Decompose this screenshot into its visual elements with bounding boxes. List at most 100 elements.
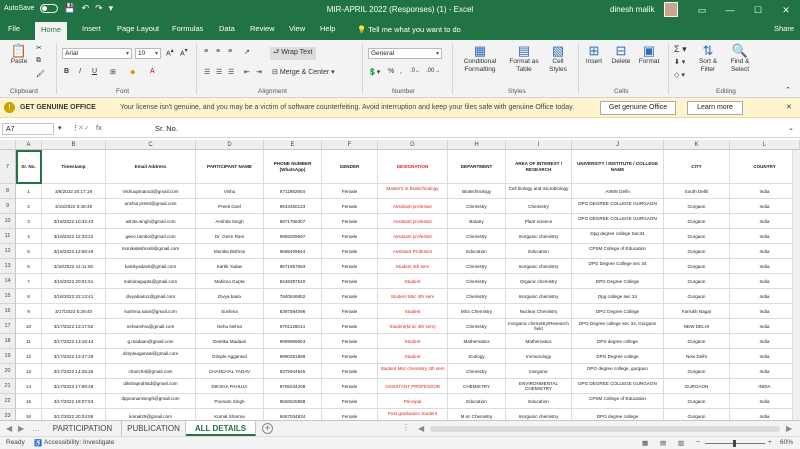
merge-center-button[interactable]: ⊟ Merge & Center ▾ [272, 68, 335, 76]
tab-help[interactable]: Help [320, 24, 335, 33]
table-cell[interactable]: Nehu Nehra [196, 319, 264, 334]
decrease-decimal-icon[interactable]: .00→ [426, 68, 440, 74]
number-format-select[interactable]: General [368, 48, 442, 59]
table-cell[interactable]: 3/16/2022 13:58:49 [42, 244, 106, 259]
table-cell[interactable]: Female [322, 349, 378, 364]
decrease-font-icon[interactable]: A▾ [180, 48, 188, 57]
table-cell[interactable]: 3/17/2022 14:25:26 [42, 364, 106, 379]
column-header-e[interactable]: E [264, 140, 322, 150]
next-sheet-icon[interactable]: ▶ [18, 424, 24, 433]
split-handle-icon[interactable]: ⋮ [402, 423, 410, 432]
header-cell[interactable]: COUNTRY [730, 150, 800, 184]
row-header[interactable]: 19 [0, 349, 16, 364]
table-cell[interactable]: 8 [16, 289, 42, 304]
row-header[interactable]: 18 [0, 334, 16, 349]
table-cell[interactable]: India [730, 244, 800, 259]
row-header[interactable]: 13 [0, 259, 16, 274]
table-cell[interactable]: 8708234208 [264, 379, 322, 394]
clear-icon[interactable]: ◇ ▾ [674, 71, 685, 79]
table-cell[interactable]: DPG Degree College sec 34 [572, 259, 664, 274]
page-layout-view-icon[interactable]: ▤ [660, 439, 666, 447]
header-cell[interactable]: GENDER [322, 150, 378, 184]
zoom-slider-thumb[interactable] [733, 440, 736, 447]
table-cell[interactable]: India [730, 304, 800, 319]
header-cell[interactable]: AREA OF INTEREST / RESEARCH [506, 150, 572, 184]
column-header-d[interactable]: D [196, 140, 264, 150]
table-cell[interactable]: Female [322, 199, 378, 214]
table-cell[interactable]: 3/17/2022 20:04:58 [42, 409, 106, 420]
table-cell[interactable]: 6 [16, 259, 42, 274]
table-cell[interactable]: Chemistry [448, 259, 506, 274]
table-cell[interactable]: DPG degree college, gurgaon [572, 364, 664, 379]
table-cell[interactable]: Education [448, 394, 506, 409]
table-cell[interactable]: nehanehra@gmail.com [106, 319, 196, 334]
column-header-k[interactable]: K [664, 140, 730, 150]
worksheet-grid[interactable]: A B C D E F G H I J K L 7 Sr. No. Timestamp Email Addre… [0, 140, 800, 420]
table-cell[interactable]: 4 [16, 229, 42, 244]
horizontal-scrollbar[interactable] [430, 426, 780, 432]
table-cell[interactable]: Master's in Biotechnology [378, 184, 448, 199]
table-cell[interactable]: 5 [16, 244, 42, 259]
increase-indent-icon[interactable]: ⇥ [256, 68, 262, 76]
user-name[interactable]: dinesh malik [610, 5, 654, 14]
fill-icon[interactable]: ⬇ ▾ [674, 58, 685, 66]
table-cell[interactable]: CPSM College of Education [572, 394, 664, 409]
table-cell[interactable]: 3/17/2022 17:58:48 [42, 379, 106, 394]
table-cell[interactable]: ENVIRONMENTAL CHEMISTRY [506, 379, 572, 394]
currency-icon[interactable]: 💲▾ [368, 68, 380, 76]
cut-icon[interactable]: ✂ [36, 44, 42, 52]
tab-home[interactable]: Home [35, 22, 68, 40]
table-cell[interactable]: Divya baira [196, 289, 264, 304]
increase-decimal-icon[interactable]: .0← [410, 68, 421, 74]
table-cell[interactable]: 9990281889 [264, 349, 322, 364]
table-cell[interactable]: Chemistry [448, 319, 506, 334]
borders-icon[interactable]: ⊞ [110, 68, 116, 76]
italic-icon[interactable]: I [79, 68, 81, 75]
table-cell[interactable]: Female [322, 409, 378, 420]
table-cell[interactable]: South Delhi [664, 184, 730, 199]
table-cell[interactable]: India [730, 199, 800, 214]
table-cell[interactable]: Dr. Geen Rani [196, 229, 264, 244]
header-cell[interactable]: PARTICIPANT NAME [196, 150, 264, 184]
table-cell[interactable]: anshul.preeti@gmail.com [106, 199, 196, 214]
table-cell[interactable]: DPS degree college [572, 334, 664, 349]
column-header-f[interactable]: F [322, 140, 378, 150]
table-cell[interactable]: Student Msc chemistry 4th sem [378, 364, 448, 379]
table-cell[interactable]: Gurgaon [664, 409, 730, 420]
table-cell[interactable]: M.sc Chemistry [448, 409, 506, 420]
table-cell[interactable]: Gurgaon [664, 199, 730, 214]
share-button[interactable]: Share [774, 24, 794, 33]
row-header[interactable]: 7 [0, 150, 16, 184]
table-cell[interactable]: Inorganic chemistry [506, 289, 572, 304]
table-cell[interactable]: Female [322, 304, 378, 319]
more-sheets-icon[interactable]: … [32, 424, 40, 433]
bold-icon[interactable]: B [64, 68, 69, 75]
table-cell[interactable]: Gurgaon [664, 244, 730, 259]
table-cell[interactable]: 9958209597 [264, 229, 322, 244]
table-cell[interactable]: divyabaira1@gmail.com [106, 289, 196, 304]
learn-more-button[interactable]: Learn more [687, 101, 743, 115]
table-cell[interactable]: DPG DEGREE COLLEGE GURGAON [572, 199, 664, 214]
autosum-icon[interactable]: Σ ▾ [674, 44, 687, 55]
table-cell[interactable]: Inorganic chemistry [506, 259, 572, 274]
table-cell[interactable]: 11 [16, 334, 42, 349]
percent-icon[interactable]: % [388, 68, 394, 75]
add-sheet-icon[interactable]: + [262, 423, 273, 434]
table-cell[interactable]: 9671957683 [264, 259, 322, 274]
table-cell[interactable]: Female [322, 259, 378, 274]
table-cell[interactable]: Vishu [196, 184, 264, 199]
format-painter-icon[interactable]: 🖌 [36, 70, 45, 78]
table-cell[interactable]: Student(M.sc 4th sem) [378, 319, 448, 334]
table-cell[interactable]: Student 4th sem [378, 259, 448, 274]
table-cell[interactable]: CHEMISTRY [448, 379, 506, 394]
row-header[interactable]: 21 [0, 379, 16, 394]
column-header-l[interactable]: L [730, 140, 800, 150]
table-cell[interactable]: Zoology [448, 349, 506, 364]
table-cell[interactable]: kartikyadav5@gmail.com [106, 259, 196, 274]
sheet-tab-participation[interactable]: PARTICIPATION [44, 421, 122, 436]
row-header[interactable]: 20 [0, 364, 16, 379]
table-cell[interactable]: Dimple Aggarwal [196, 349, 264, 364]
sheet-tab-all-details[interactable]: ALL DETAILS [186, 421, 256, 436]
name-box[interactable]: A7 [2, 123, 54, 135]
table-cell[interactable]: Inorganic chemistry [506, 229, 572, 244]
